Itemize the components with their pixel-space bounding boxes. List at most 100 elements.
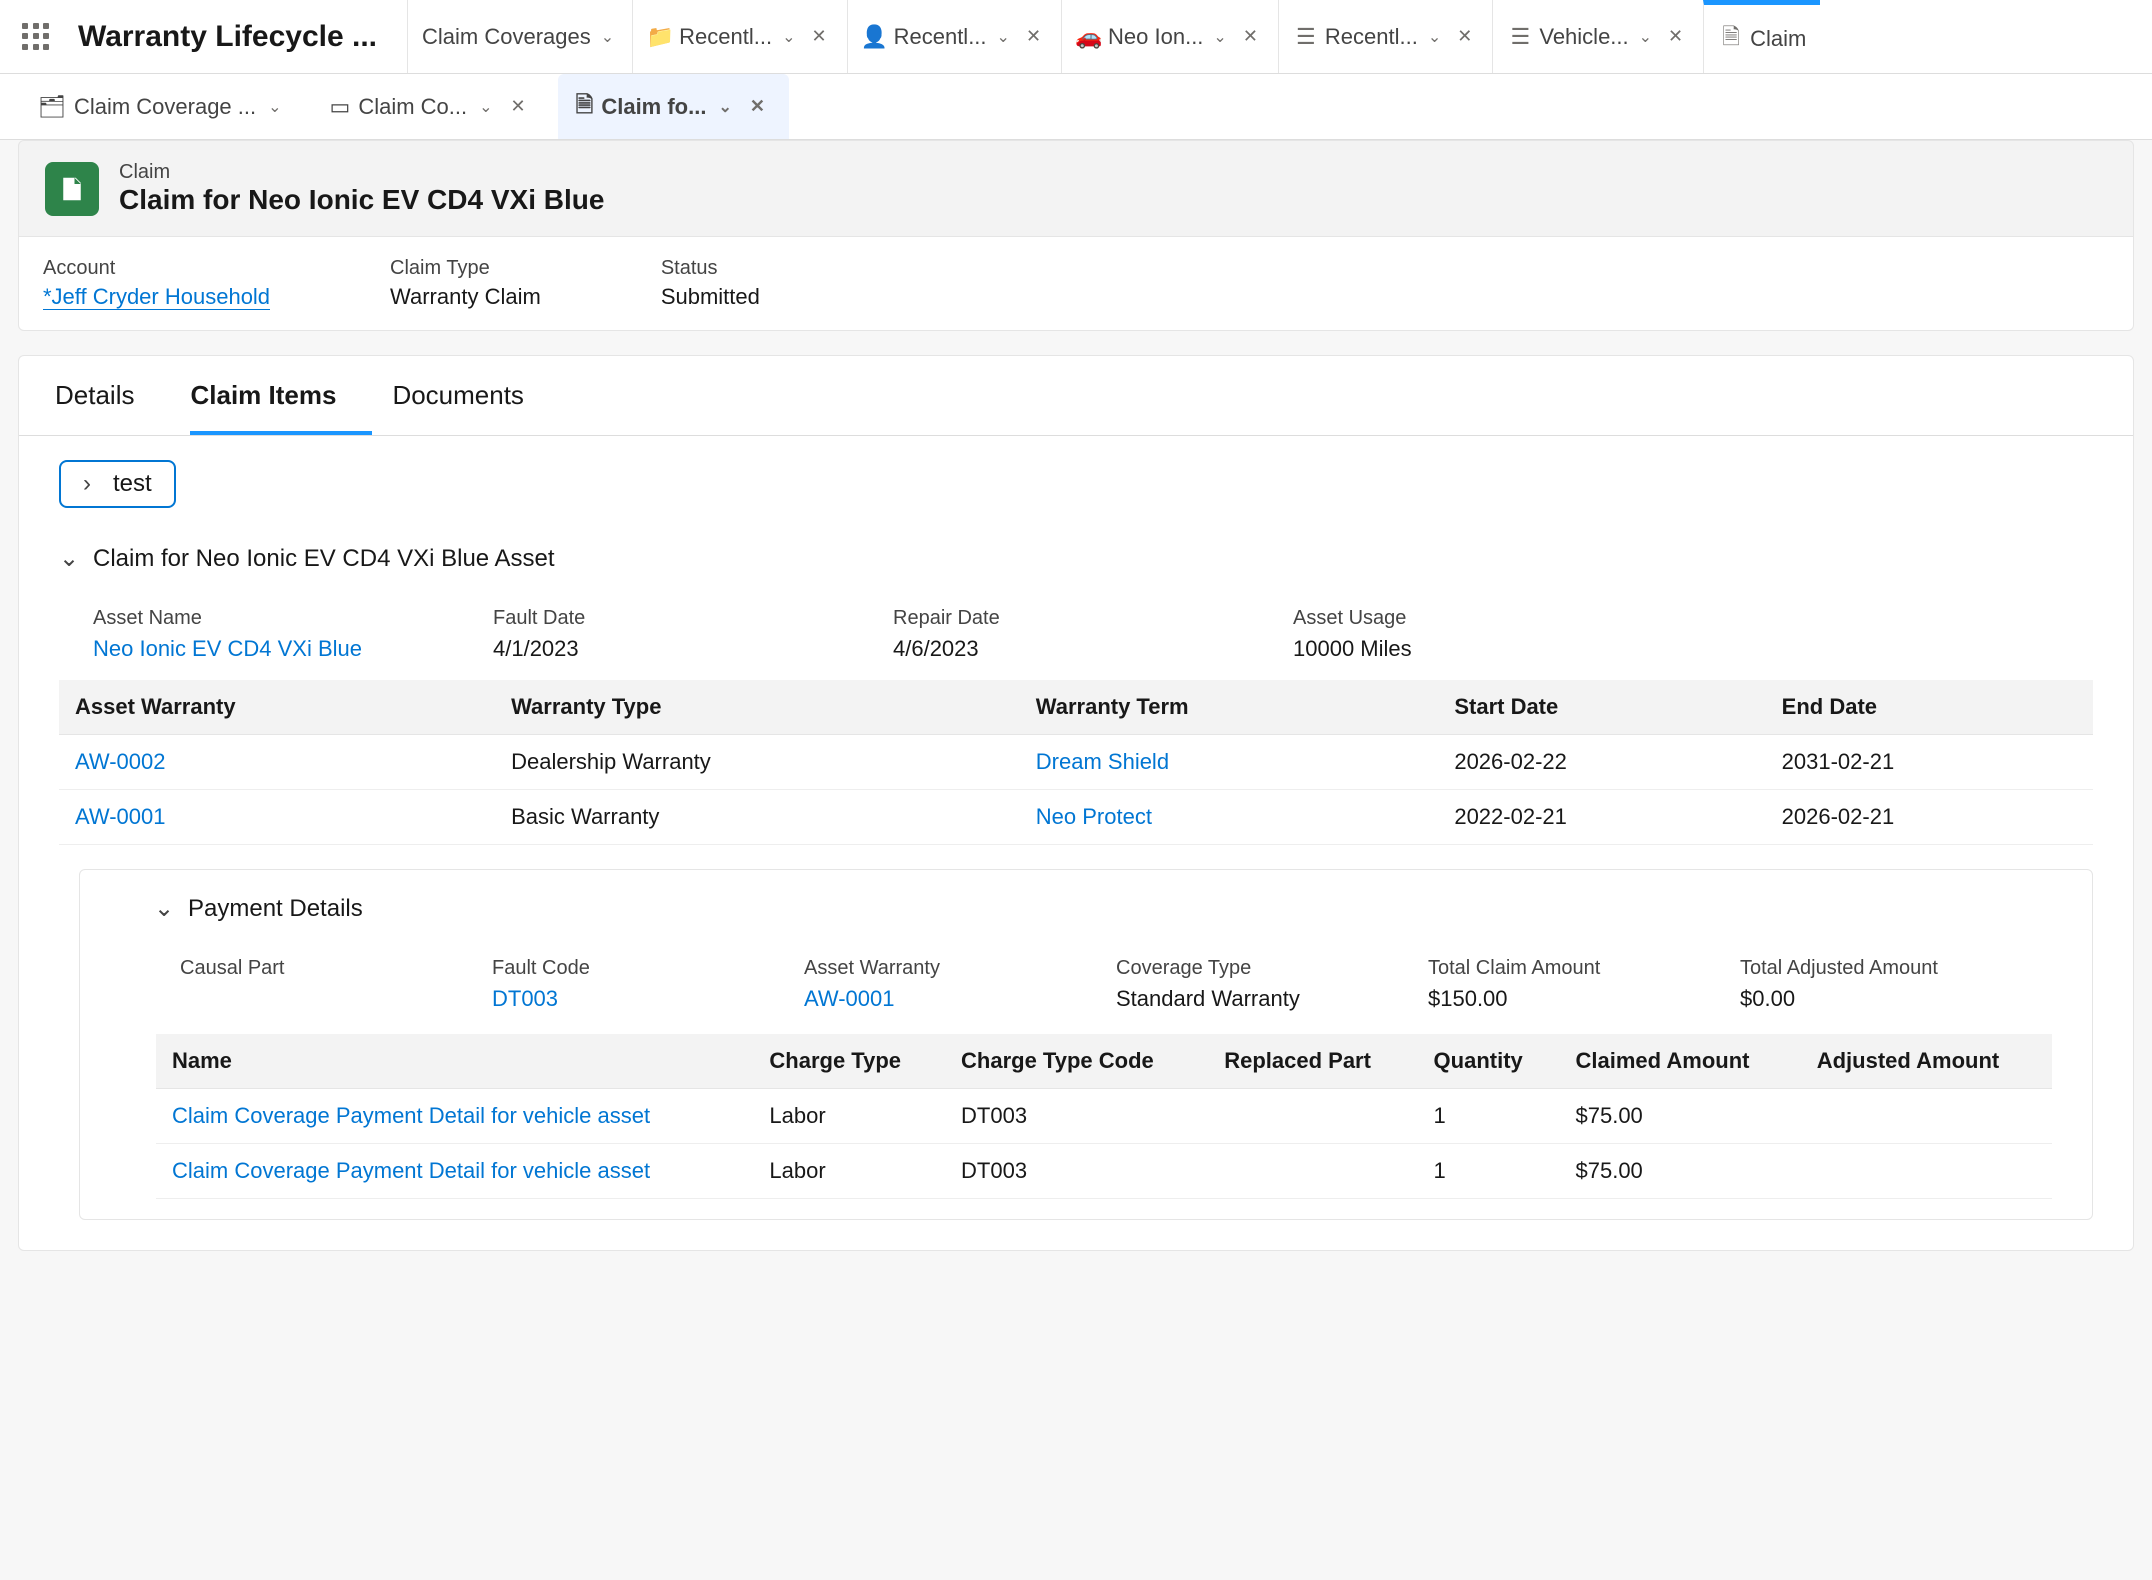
asset-name-link[interactable]: Neo Ionic EV CD4 VXi Blue [93,636,362,661]
car-icon: 🚗 [1076,24,1102,50]
asset-usage-label: Asset Usage [1293,607,1693,630]
claim-record-icon [45,162,99,216]
status-label: Status [661,257,760,280]
close-icon[interactable]: ✕ [1662,26,1689,47]
asset-warranty-link[interactable]: AW-0001 [804,986,895,1011]
tab-label: Recentl... [1325,24,1418,50]
chevron-down-icon: ⌄ [59,544,79,573]
replaced-part-cell [1208,1144,1417,1199]
payment-detail-link[interactable]: Claim Coverage Payment Detail for vehicl… [172,1103,650,1128]
charge-type-code-cell: DT003 [945,1089,1208,1144]
tab-neo-ion[interactable]: 🚗 Neo Ion... ⌄ ✕ [1061,0,1278,73]
chevron-down-icon[interactable]: ⌄ [993,27,1014,47]
tab-vehicle[interactable]: ☰ Vehicle... ⌄ ✕ [1492,0,1703,73]
close-icon[interactable]: ✕ [744,96,771,117]
asset-section-title: Claim for Neo Ionic EV CD4 VXi Blue Asse… [93,545,555,573]
fault-date-label: Fault Date [493,607,893,630]
status-value: Submitted [661,284,760,310]
asset-warranty-label: Asset Warranty [804,957,1116,980]
sub-tabs: 🗂 Claim Coverage ... ⌄ ▭ Claim Co... ⌄ ✕… [0,74,2152,140]
chevron-down-icon[interactable]: ⌄ [264,97,285,117]
th-start-date: Start Date [1438,680,1765,735]
tab-claim-items[interactable]: Claim Items [190,356,372,435]
warranty-table: Asset Warranty Warranty Type Warranty Te… [59,680,2093,845]
close-icon[interactable]: ✕ [1020,26,1047,47]
close-icon[interactable]: ✕ [1237,26,1264,47]
close-icon[interactable]: ✕ [1451,26,1478,47]
subtab-claim-for[interactable]: 🗎 Claim fo... ⌄ ✕ [558,74,789,139]
th-charge-type: Charge Type [753,1034,945,1089]
claim-type-label: Claim Type [390,257,541,280]
subtab-claim-coverage[interactable]: 🗂 Claim Coverage ... ⌄ [20,74,304,139]
app-title: Warranty Lifecycle ... [78,20,407,54]
chevron-down-icon[interactable]: ⌄ [475,97,496,117]
chevron-down-icon[interactable]: ⌄ [597,27,618,47]
table-header-row: Name Charge Type Charge Type Code Replac… [156,1034,2052,1089]
start-date-cell: 2022-02-21 [1438,790,1765,845]
chevron-down-icon[interactable]: ⌄ [778,27,799,47]
chevron-down-icon[interactable]: ⌄ [714,97,735,117]
content-card: Details Claim Items Documents › test ⌄ C… [18,355,2134,1251]
table-row: AW-0002 Dealership Warranty Dream Shield… [59,735,2093,790]
close-icon[interactable]: ✕ [806,26,833,47]
tab-documents[interactable]: Documents [392,356,560,435]
record-header: Claim Claim for Neo Ionic EV CD4 VXi Blu… [18,140,2134,237]
chevron-down-icon: ⌄ [154,894,174,923]
payment-section-title: Payment Details [188,895,363,923]
warranty-term-link[interactable]: Dream Shield [1036,749,1169,774]
coverage-type-value: Standard Warranty [1116,986,1428,1012]
tab-details[interactable]: Details [55,356,170,435]
asset-fields: Asset Name Neo Ionic EV CD4 VXi Blue Fau… [19,583,2133,680]
asset-warranty-link[interactable]: AW-0002 [75,749,166,774]
end-date-cell: 2026-02-21 [1766,790,2093,845]
chevron-down-icon[interactable]: ⌄ [1209,27,1230,47]
asset-section-header[interactable]: ⌄ Claim for Neo Ionic EV CD4 VXi Blue As… [19,520,2133,583]
document-icon: 🗎 [1718,26,1744,52]
tab-label: Recentl... [894,24,987,50]
tab-claim-active[interactable]: 🗎 Claim [1703,0,1820,73]
total-claim-value: $150.00 [1428,986,1740,1012]
tab-claim-coverages[interactable]: Claim Coverages ⌄ [407,0,632,73]
close-icon[interactable]: ✕ [505,96,532,117]
table-row: Claim Coverage Payment Detail for vehicl… [156,1089,2052,1144]
total-claim-label: Total Claim Amount [1428,957,1740,980]
test-pill[interactable]: › test [59,460,176,508]
start-date-cell: 2026-02-22 [1438,735,1765,790]
subtab-claim-co[interactable]: ▭ Claim Co... ⌄ ✕ [312,74,550,139]
payment-section: ⌄ Payment Details Causal Part Fault Code… [79,869,2093,1220]
record-highlights: Account *Jeff Cryder Household Claim Typ… [18,237,2134,331]
table-header-row: Asset Warranty Warranty Type Warranty Te… [59,680,2093,735]
th-name: Name [156,1034,753,1089]
test-pill-label: test [113,470,152,498]
fault-code-link[interactable]: DT003 [492,986,558,1011]
app-launcher-icon[interactable] [18,19,54,55]
payment-detail-link[interactable]: Claim Coverage Payment Detail for vehicl… [172,1158,650,1183]
th-claimed-amount: Claimed Amount [1560,1034,1801,1089]
tab-recently-1[interactable]: 📁 Recentl... ⌄ ✕ [632,0,846,73]
asset-usage-value: 10000 Miles [1293,636,1693,662]
replaced-part-cell [1208,1089,1417,1144]
th-end-date: End Date [1766,680,2093,735]
th-replaced-part: Replaced Part [1208,1034,1417,1089]
adjusted-amount-cell [1801,1144,2052,1199]
th-asset-warranty: Asset Warranty [59,680,495,735]
account-link[interactable]: *Jeff Cryder Household [43,284,270,310]
tab-recently-3[interactable]: ☰ Recentl... ⌄ ✕ [1278,0,1492,73]
asset-warranty-link[interactable]: AW-0001 [75,804,166,829]
payment-section-header[interactable]: ⌄ Payment Details [80,870,2092,933]
warranty-term-link[interactable]: Neo Protect [1036,804,1152,829]
folder-icon: 🗂 [38,94,66,120]
record-type: Claim [119,161,604,184]
adjusted-amount-cell [1801,1089,2052,1144]
tab-label: Neo Ion... [1108,24,1203,50]
person-icon: 👤 [862,24,888,50]
global-header: Warranty Lifecycle ... Claim Coverages ⌄… [0,0,2152,74]
charge-type-cell: Labor [753,1144,945,1199]
record-name: Claim for Neo Ionic EV CD4 VXi Blue [119,184,604,216]
subtab-label: Claim fo... [601,94,706,120]
claimed-amount-cell: $75.00 [1560,1144,1801,1199]
tab-recently-2[interactable]: 👤 Recentl... ⌄ ✕ [847,0,1061,73]
total-adjusted-value: $0.00 [1740,986,2052,1012]
chevron-down-icon[interactable]: ⌄ [1424,27,1445,47]
chevron-down-icon[interactable]: ⌄ [1635,27,1656,47]
